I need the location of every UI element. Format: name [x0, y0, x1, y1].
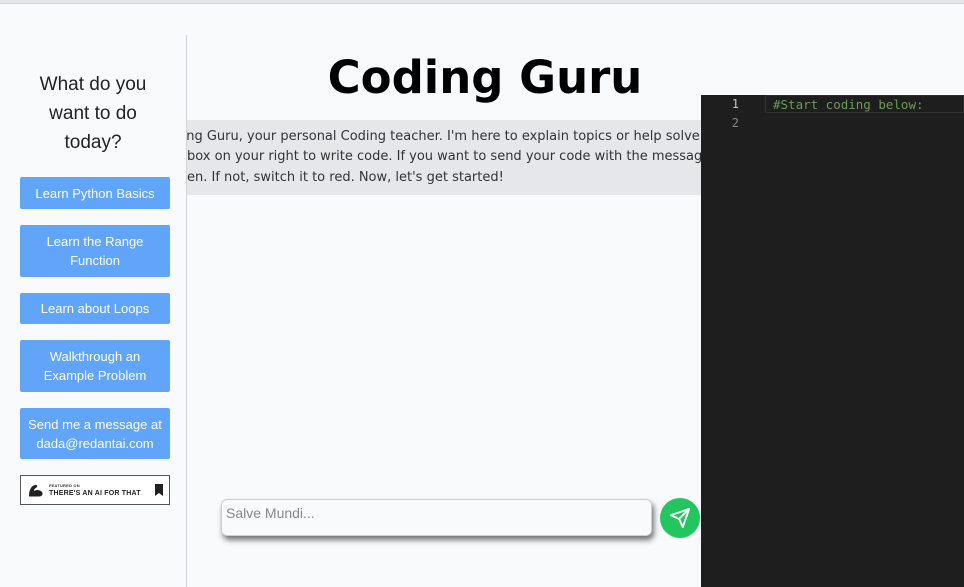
walkthrough-example-button[interactable]: Walkthrough an Example Problem [20, 340, 170, 392]
badge-small-text: FEATURED ON [49, 482, 80, 488]
coding-guru-page: What do you want to do today? Learn Pyth… [0, 0, 964, 587]
button-label: Learn the Range Function [46, 234, 144, 268]
theres-an-ai-for-that-badge[interactable]: FEATURED ON THERE'S AN AI FOR THAT [20, 475, 170, 505]
line-number: 2 [731, 116, 739, 130]
line-number: 1 [731, 97, 739, 111]
code-editor[interactable]: 1 2 #Start coding below: [701, 95, 964, 587]
intro-line: ebox on your right to write code. If you… [187, 149, 701, 164]
flexed-arm-icon [29, 484, 43, 497]
top-divider [0, 0, 964, 4]
intro-line: een. If not, switch it to red. Now, let'… [187, 170, 504, 185]
send-button[interactable] [660, 498, 700, 538]
learn-about-loops-button[interactable]: Learn about Loops [20, 293, 170, 324]
intro-line: ling Guru, your personal Coding teacher.… [187, 129, 701, 144]
code-line[interactable]: #Start coding below: [773, 95, 924, 114]
bookmark-icon [155, 484, 163, 496]
page-title: Coding Guru [327, 51, 643, 104]
badge-main-text: THERE'S AN AI FOR THAT [49, 489, 141, 497]
sidebar-heading: What do you want to do today? [39, 74, 147, 153]
button-label: Learn about Loops [40, 301, 150, 316]
button-label: Send me a message at dada@redantai.com [28, 416, 162, 451]
intro-message: ling Guru, your personal Coding teacher.… [187, 120, 701, 195]
send-icon [669, 507, 691, 529]
learn-python-basics-button[interactable]: Learn Python Basics [20, 177, 170, 209]
chat-message-input[interactable] [221, 499, 652, 536]
send-message-button[interactable]: Send me a message at dada@redantai.com [20, 408, 170, 459]
learn-range-function-button[interactable]: Learn the Range Function [20, 225, 170, 277]
button-label: Learn Python Basics [35, 185, 155, 201]
button-label: Walkthrough an Example Problem [43, 349, 147, 383]
